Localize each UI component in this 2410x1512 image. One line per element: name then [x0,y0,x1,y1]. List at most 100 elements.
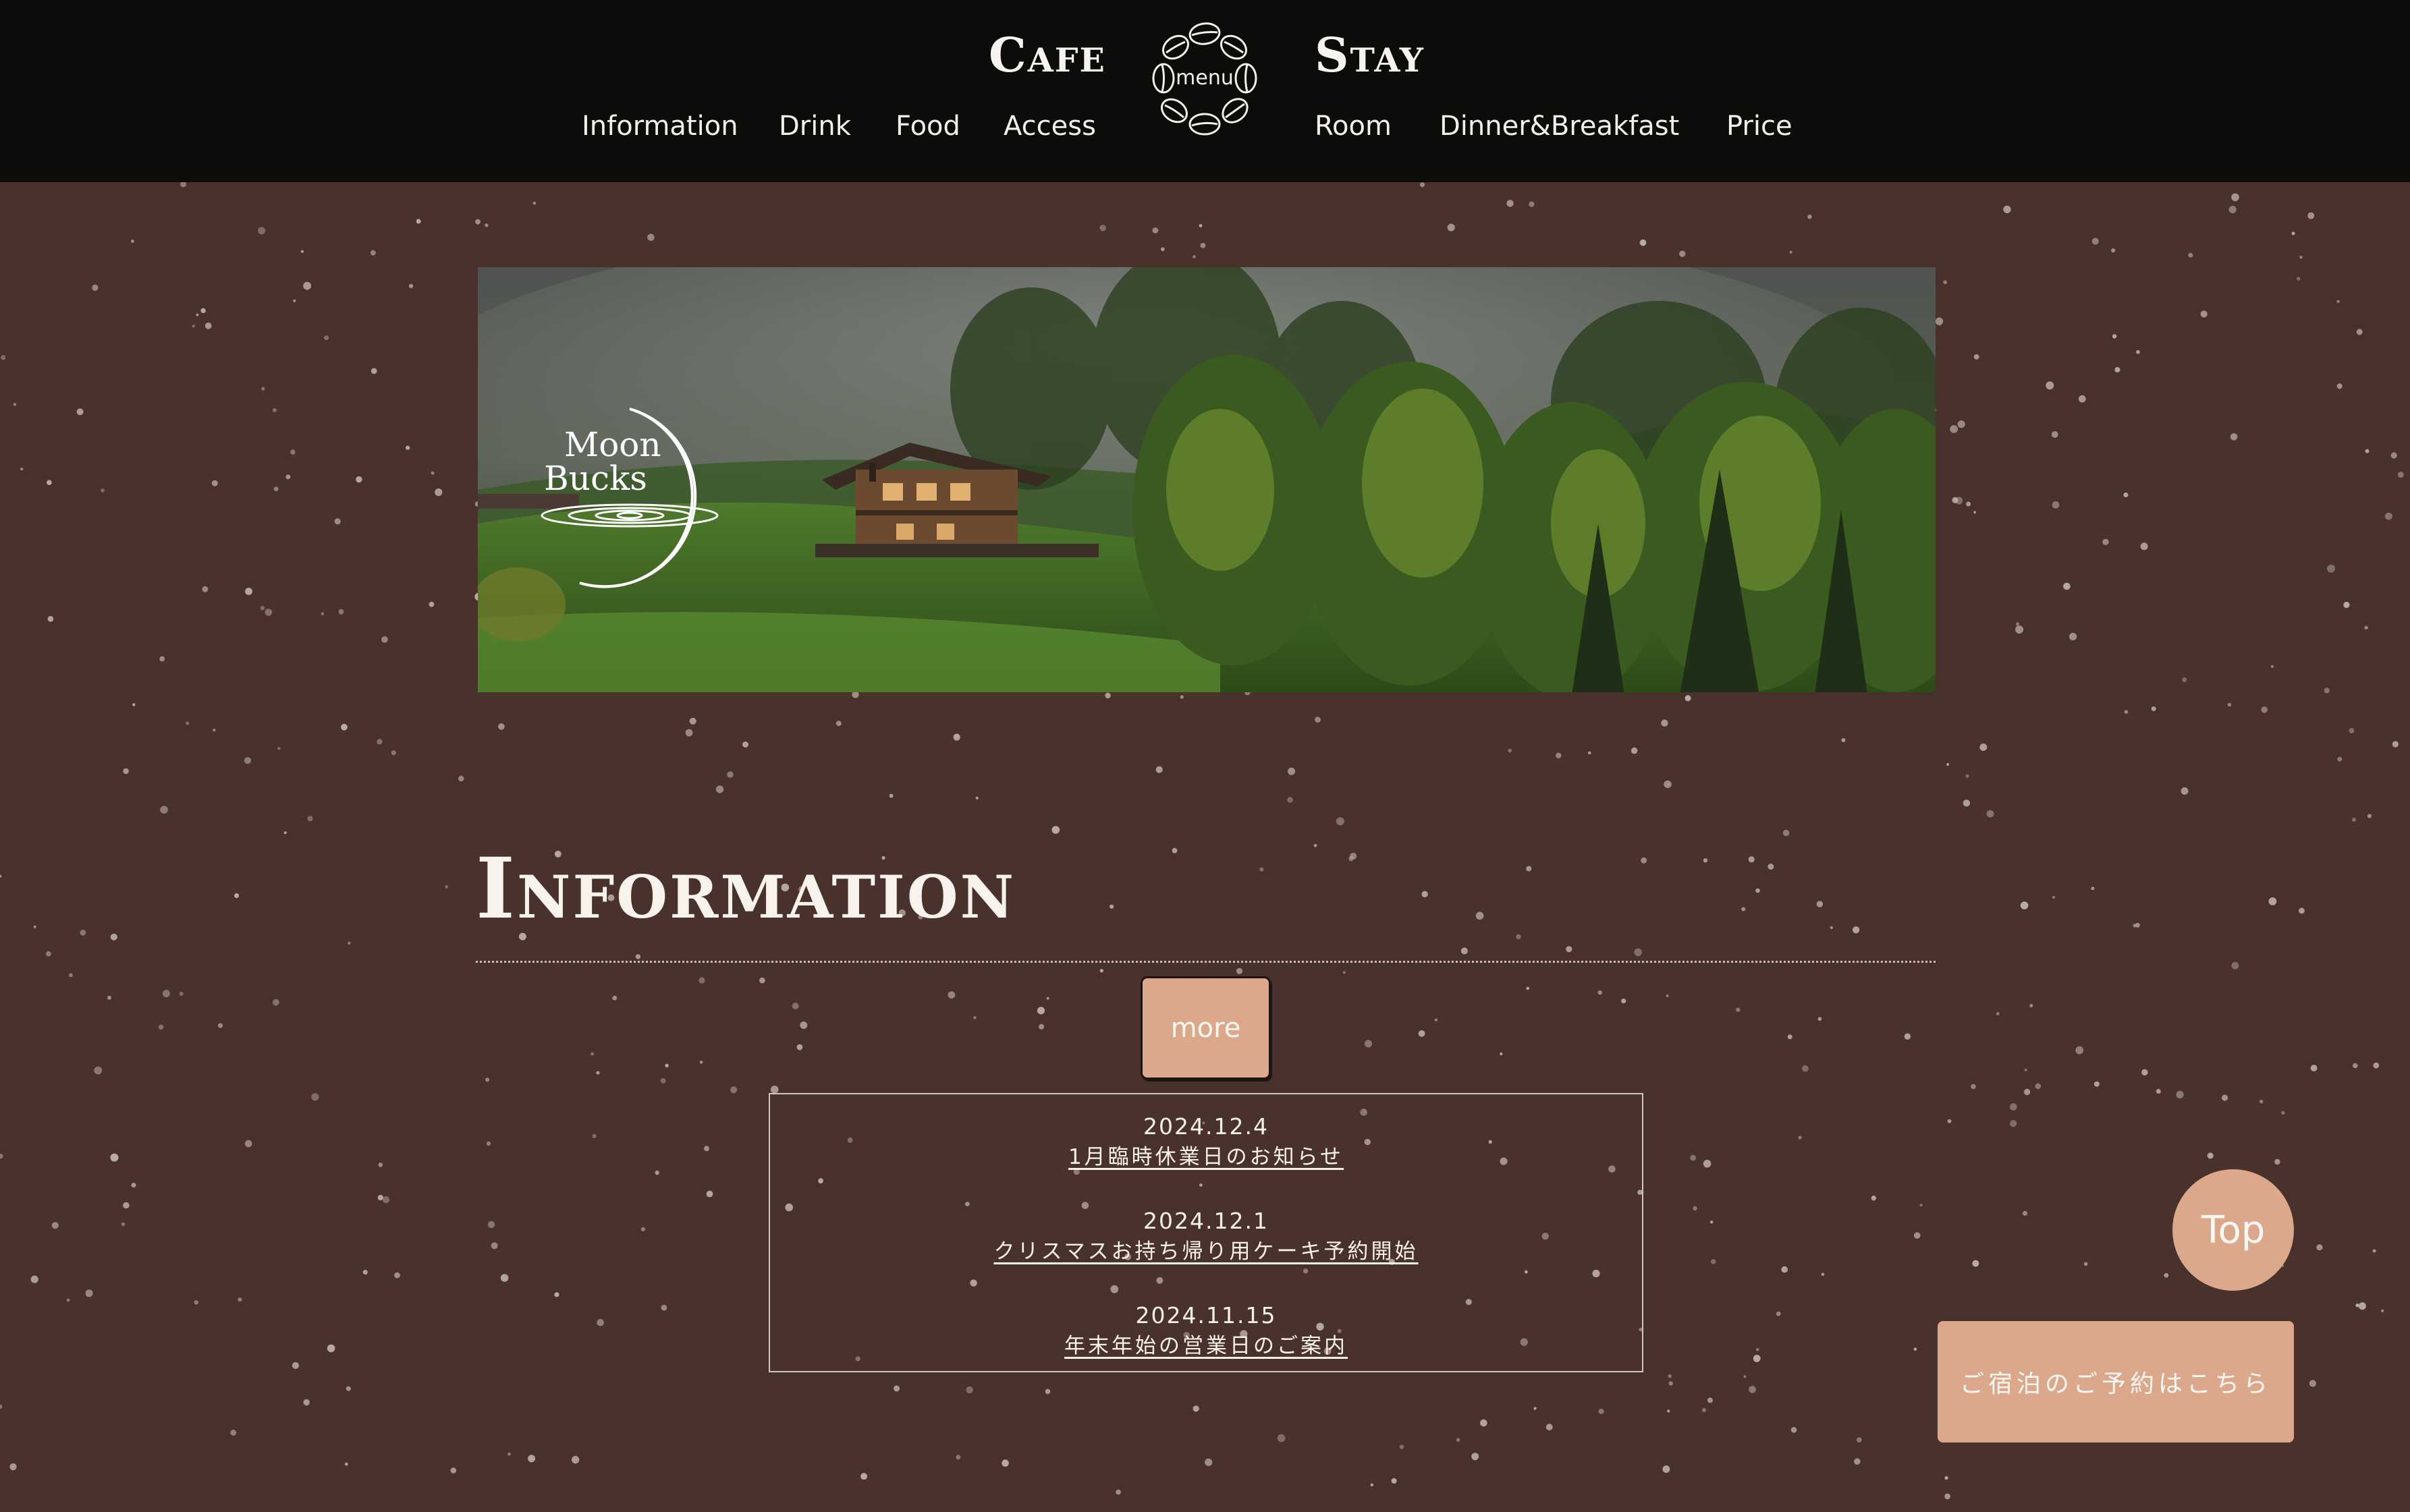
nav-room[interactable]: Room [1315,111,1392,142]
star-dot [1972,1260,1979,1267]
star-dot [699,1061,703,1064]
star-dot [2024,1068,2027,1071]
star-dot [303,281,311,290]
nav-food[interactable]: Food [896,111,960,142]
star-dot [162,990,170,998]
star-dot [1155,766,1163,773]
reservation-button[interactable]: ご宿泊のご予約はこちら [1938,1321,2294,1443]
star-dot [321,612,324,615]
star-dot [1966,501,1971,507]
star-dot [2052,895,2056,899]
star-dot [1667,1409,1670,1413]
star-dot [1288,767,1296,775]
nav-access[interactable]: Access [1004,111,1096,142]
star-dot [1277,1434,1286,1443]
nav-dinner-breakfast[interactable]: Dinner&Breakfast [1440,111,1679,142]
more-button[interactable]: more [1141,976,1271,1080]
star-dot [13,403,17,406]
star-dot [1711,1259,1716,1264]
star-dot [196,313,199,316]
star-dot [46,951,51,957]
star-dot [1668,1381,1673,1386]
star-dot [2299,256,2303,259]
star-dot [1500,1052,1503,1056]
star-dot [244,757,252,764]
star-dot [1471,1453,1479,1461]
star-dot [311,1093,319,1101]
star-dot [293,299,296,302]
nav-information[interactable]: Information [582,111,738,142]
star-dot [1973,511,1977,514]
star-dot [2176,1090,2184,1098]
star-dot [486,1141,491,1146]
star-dot [508,1452,511,1456]
star-dot [2151,706,2156,711]
star-dot [1598,1408,1604,1414]
star-dot [2009,1103,2017,1111]
star-dot [377,1194,383,1201]
star-dot [1871,1196,1876,1201]
star-dot [445,885,449,889]
star-dot [2141,1069,2148,1076]
star-dot [2114,367,2120,372]
star-dot [260,606,265,611]
star-dot [860,1473,868,1480]
star-dot [1336,817,1344,826]
star-dot [1963,800,1971,807]
nav-drink[interactable]: Drink [779,111,851,142]
star-dot [704,1146,709,1152]
star-dot [2046,381,2054,390]
star-dot [1666,995,1669,997]
star-dot [2385,512,2392,520]
star-dot [381,636,388,643]
news-link[interactable]: 年末年始の営業日のご案内 [1064,1329,1348,1363]
star-dot [2231,193,2239,202]
news-list: 2024.12.4 1月臨時休業日のお知らせ 2024.12.1 クリスマスお持… [769,1093,1643,1372]
star-dot [689,717,696,725]
star-dot [2343,601,2350,609]
star-dot [179,991,184,996]
star-dot [186,721,190,725]
star-dot [431,471,435,475]
star-dot [123,1202,130,1209]
star-dot [1854,1458,1861,1465]
star-dot [759,977,765,984]
star-dot [1841,738,1846,742]
star-dot [348,941,351,945]
scroll-top-button[interactable]: Top [2172,1169,2294,1291]
star-dot [429,601,435,607]
star-dot [1807,215,1812,219]
nav-price[interactable]: Price [1726,111,1792,142]
star-dot [85,1289,93,1297]
cafe-category-title: Cafe [989,27,1106,83]
star-dot [94,1066,103,1075]
star-dot [685,729,693,737]
star-dot [1776,1311,1781,1316]
star-dot [1526,986,1530,990]
star-dot [2091,237,2099,245]
menu-coffee-bean-icon[interactable]: menu [1147,19,1262,137]
star-dot [1506,200,1514,207]
star-dot [1639,239,1647,246]
star-dot [1480,1419,1487,1427]
star-dot [953,733,960,741]
star-dot [1668,1374,1672,1378]
news-link[interactable]: クリスマスお持ち帰り用ケーキ予約開始 [993,1235,1418,1268]
star-dot [487,1221,495,1229]
star-dot [101,488,105,493]
star-dot [956,1455,961,1460]
star-dot [2270,665,2274,668]
star-dot [378,1163,383,1167]
star-dot [2327,564,2335,573]
star-dot [894,1385,900,1392]
news-link[interactable]: 1月臨時休業日のお知らせ [1068,1140,1344,1174]
star-dot [1943,280,1948,285]
star-dot [1039,1024,1045,1030]
star-dot [1685,695,1691,702]
star-dot [2336,383,2343,389]
star-dot [9,1463,17,1471]
star-dot [1046,997,1049,1000]
star-dot [640,1227,646,1231]
star-dot [2182,677,2187,682]
news-item: 2024.12.4 1月臨時休業日のお知らせ [1068,1113,1344,1174]
